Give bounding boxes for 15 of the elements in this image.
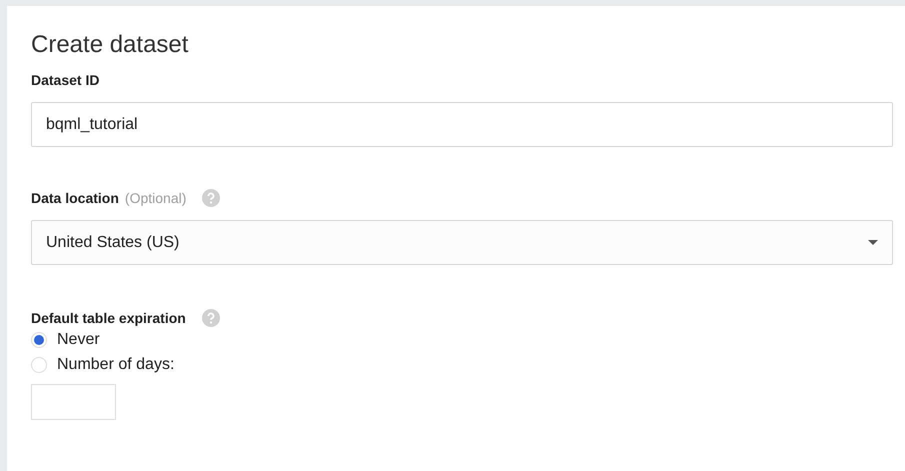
radio-button[interactable] [31, 356, 47, 372]
help-icon[interactable] [202, 309, 220, 327]
help-icon[interactable] [202, 189, 220, 207]
days-field[interactable] [31, 384, 116, 420]
radio-button[interactable] [31, 332, 47, 348]
field-label: Data location [31, 190, 119, 206]
dialog-title: Create dataset [31, 30, 190, 60]
radio-label: Never [57, 330, 100, 348]
caret-icon [868, 240, 878, 245]
radio-label: Number of days: [57, 356, 174, 374]
dataset-id-field[interactable]: bqml_tutorial [31, 102, 893, 147]
field-label: Dataset ID [31, 72, 100, 88]
location-dropdown[interactable]: United States (US) [31, 220, 893, 265]
optional-hint: (Optional) [124, 190, 186, 206]
field-label: Default table expiration [31, 310, 186, 326]
